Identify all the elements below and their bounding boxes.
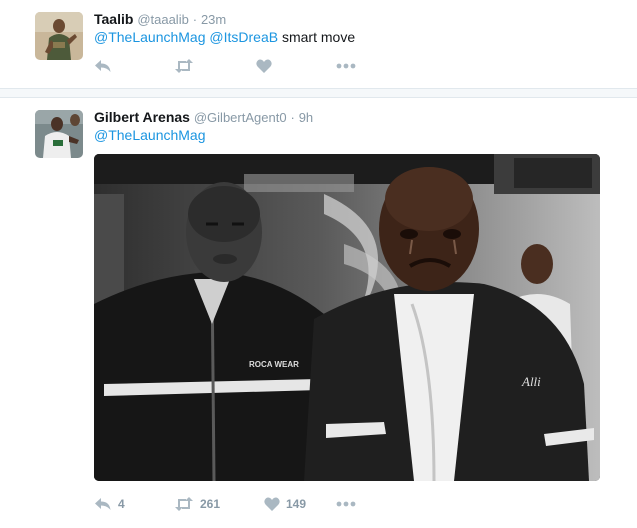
reply-icon: [95, 498, 111, 510]
reply-button[interactable]: [94, 59, 174, 73]
retweet-button[interactable]: [174, 59, 256, 73]
avatar-gilbert-image: [35, 110, 83, 158]
separator-dot: ·: [290, 110, 295, 125]
tweet-gilbert-arenas[interactable]: Gilbert Arenas @GilbertAgent0 · 9h @TheL…: [0, 98, 637, 528]
retweet-count: 261: [200, 497, 221, 511]
avatar[interactable]: [35, 110, 83, 158]
retweet-button[interactable]: 261: [174, 497, 264, 511]
more-button[interactable]: [336, 63, 356, 69]
reply-button[interactable]: 4: [94, 497, 174, 511]
like-count: 149: [286, 497, 307, 511]
reply-count: 4: [118, 497, 125, 511]
retweet-icon: [175, 59, 193, 73]
reply-icon: [95, 60, 111, 72]
mention-link[interactable]: @TheLaunchMag: [94, 127, 206, 143]
jacket-logo-left: ROCA WEAR: [249, 360, 299, 369]
tweet-actions: [94, 56, 356, 76]
like-button[interactable]: [256, 59, 336, 73]
tweet-text-body: smart move: [281, 29, 356, 45]
tweet-taalib[interactable]: Taalib @taaalib · 23m @TheLaunchMag @Its…: [0, 0, 637, 89]
mention-link[interactable]: @ItsDreaB: [209, 29, 278, 45]
tweet-text: @TheLaunchMag: [94, 125, 206, 145]
tweet-media-photo[interactable]: ROCA WEAR Alli: [94, 154, 600, 481]
more-dots-icon: [336, 63, 356, 69]
avatar[interactable]: [35, 12, 83, 60]
tweet-timestamp[interactable]: 23m: [201, 12, 226, 27]
jacket-logo-right: Alli: [521, 374, 541, 389]
more-dots-icon: [336, 501, 356, 507]
author-handle[interactable]: @GilbertAgent0: [194, 110, 287, 125]
heart-icon: [264, 497, 280, 511]
timeline-gap: [0, 89, 637, 98]
author-name[interactable]: Gilbert Arenas: [94, 109, 190, 125]
tweet-text: @TheLaunchMag @ItsDreaB smart move: [94, 27, 355, 47]
tweet-timestamp[interactable]: 9h: [299, 110, 313, 125]
heart-icon: [256, 59, 272, 73]
tweet-actions: 4 261 149: [94, 494, 356, 514]
mention-link[interactable]: @TheLaunchMag: [94, 29, 206, 45]
avatar-taalib-image: [35, 12, 83, 60]
media-image: ROCA WEAR Alli: [94, 154, 600, 481]
separator-dot: ·: [192, 12, 198, 27]
like-button[interactable]: 149: [264, 497, 336, 511]
author-name[interactable]: Taalib: [94, 11, 133, 27]
retweet-icon: [175, 497, 193, 511]
author-handle[interactable]: @taaalib: [137, 12, 189, 27]
more-button[interactable]: [336, 501, 356, 507]
